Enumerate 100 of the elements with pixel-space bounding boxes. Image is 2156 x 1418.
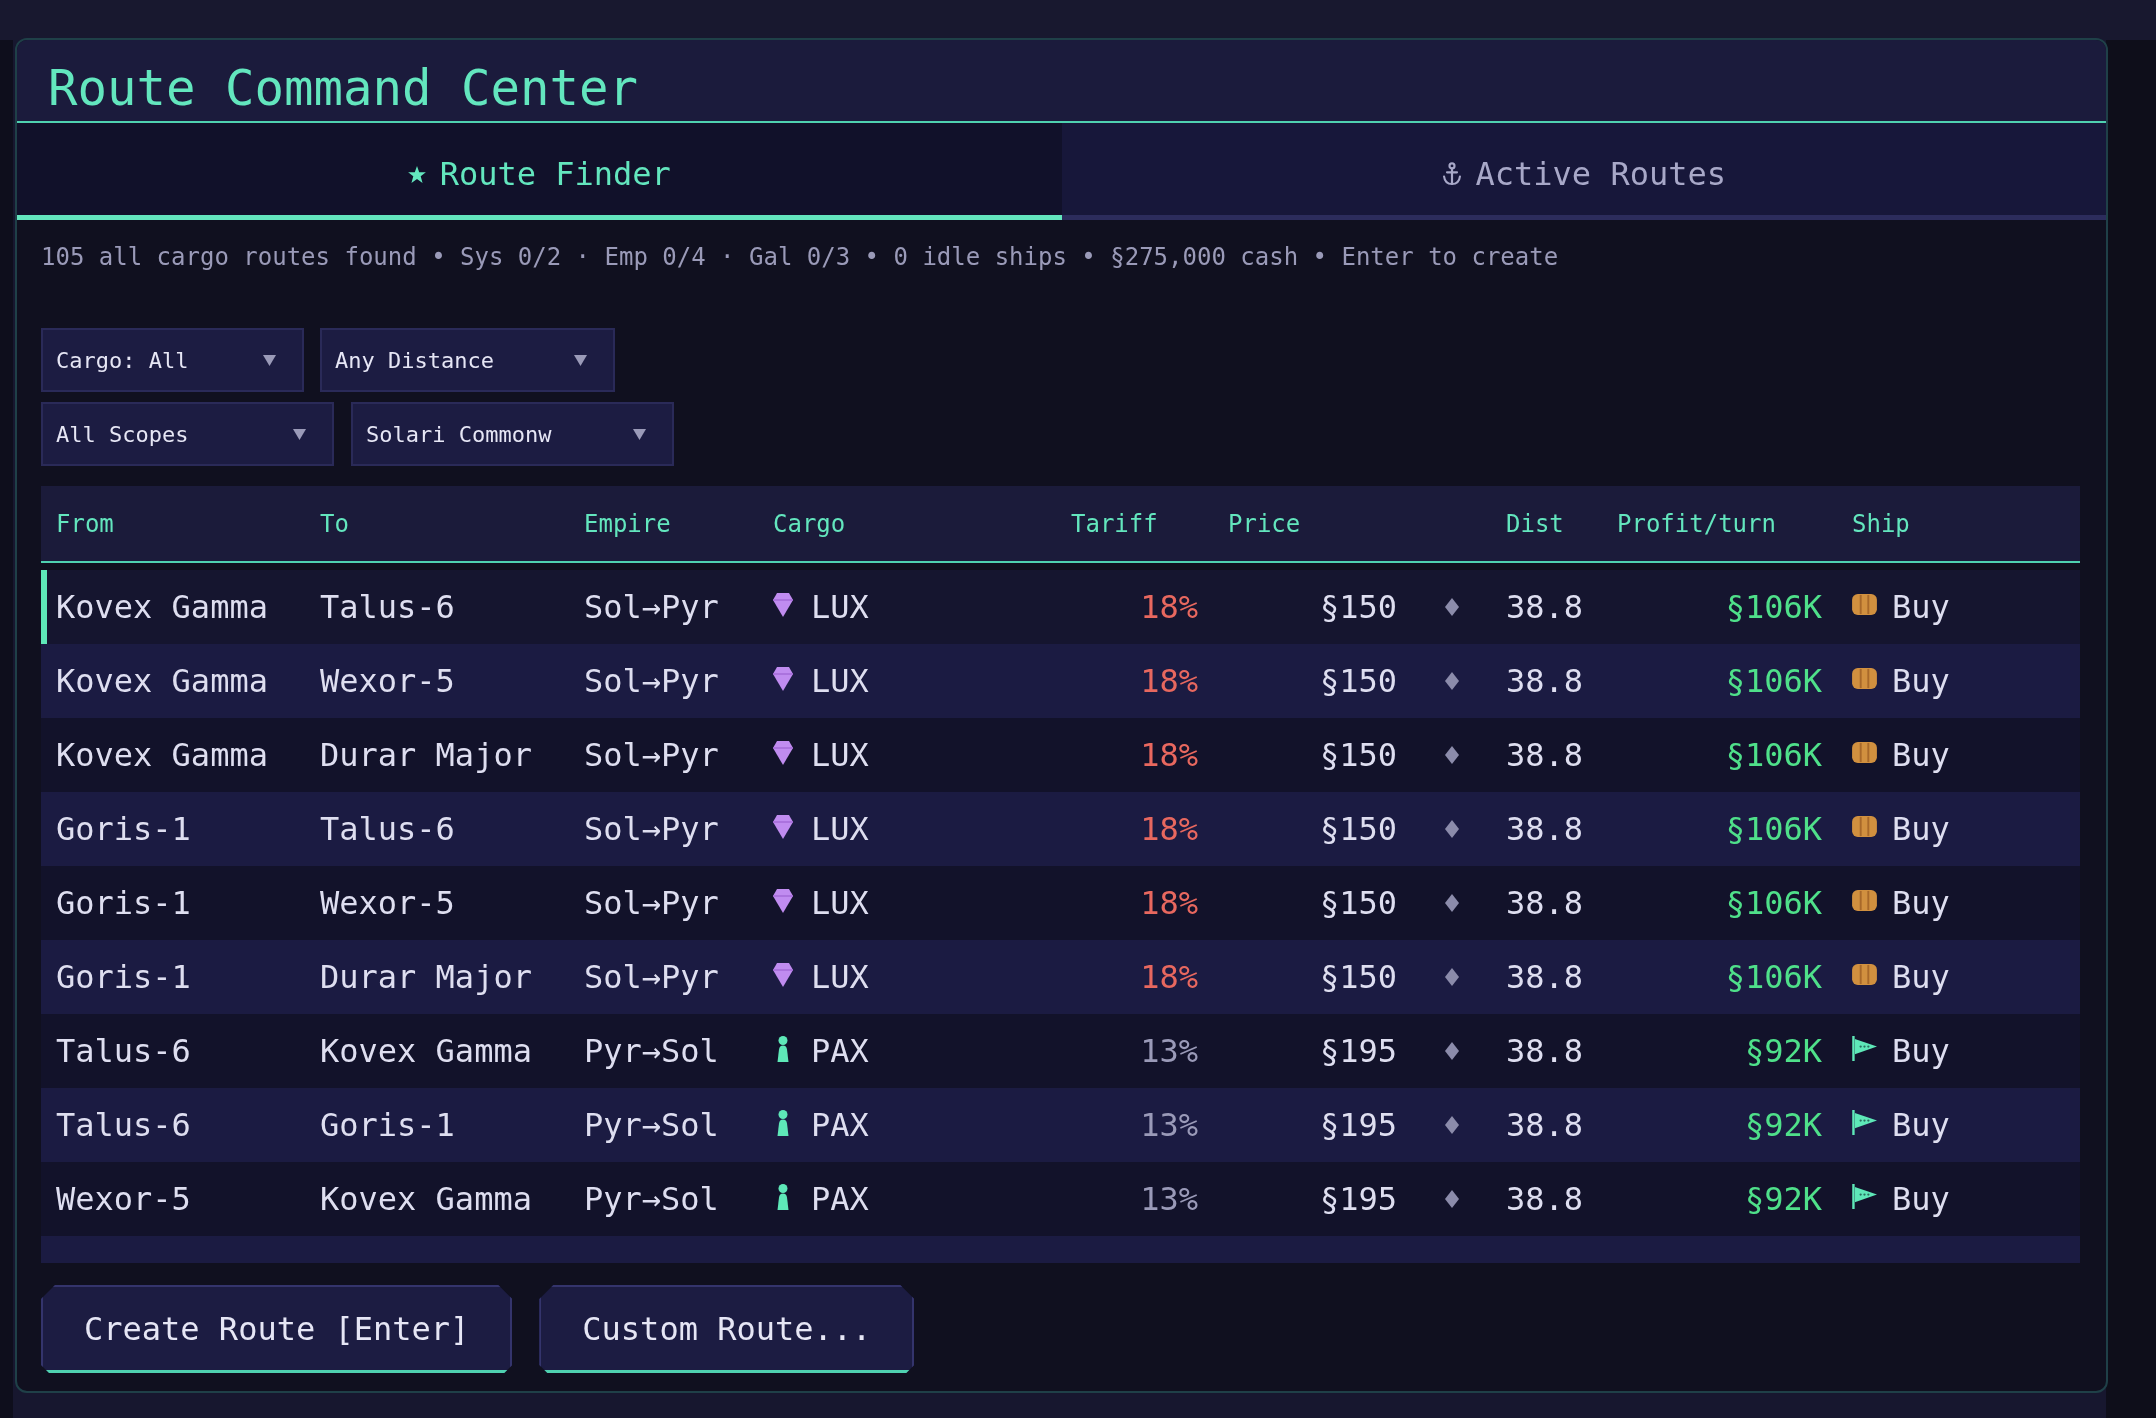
- origin-text: Wexor-5: [56, 1180, 191, 1218]
- buy-button[interactable]: Buy: [1852, 884, 1950, 922]
- price-text: §195: [1319, 1106, 1397, 1144]
- destination-text: Kovex Gamma: [320, 1032, 532, 1070]
- filter-dropdown[interactable]: All Scopes: [41, 402, 334, 466]
- tab[interactable]: Active Routes: [1061, 123, 2106, 220]
- gem-icon: [773, 815, 793, 839]
- barrel-icon: [1852, 667, 1877, 689]
- empire-text: Sol→Pyr: [584, 588, 719, 626]
- action-button[interactable]: Custom Route...: [539, 1285, 915, 1373]
- profit-text: §106K: [1725, 884, 1822, 922]
- destination-text: Wexor-5: [320, 662, 455, 700]
- buy-button[interactable]: Buy: [1852, 1106, 1950, 1144]
- buy-button[interactable]: Buy: [1852, 1032, 1950, 1070]
- table-row[interactable]: Wexor-5 Kovex Gamma Pyr→Sol PAX 13% §195 38.8 §92K Buy: [41, 1162, 2080, 1236]
- buy-button[interactable]: Buy: [1852, 1180, 1950, 1218]
- table-row[interactable]: Goris-1 Wexor-5 Sol→Pyr LUX 18% §150 38.8 §106K Buy: [41, 866, 2080, 940]
- table-row[interactable]: Talus-6 Kovex Gamma Pyr→Sol PAX 13% §195 38.8 §92K Buy: [41, 1014, 2080, 1088]
- table-row[interactable]: Kovex Gamma Talus-6 Sol→Pyr LUX 18% §150 38.8 §106K Buy: [41, 570, 2080, 644]
- table-row[interactable]: Goris-1 Durar Major Sol→Pyr LUX 18% §150 38.8 §106K Buy: [41, 940, 2080, 1014]
- profit-text: §92K: [1744, 1180, 1822, 1218]
- column-heading: Cargo: [773, 509, 846, 538]
- gem-icon: [773, 963, 793, 987]
- barrel-icon: [1852, 815, 1877, 837]
- distance-text: 38.8: [1506, 958, 1584, 996]
- distance-text: 38.8: [1506, 1106, 1584, 1144]
- table-row[interactable]: Talus-6 Goris-1 Pyr→Sol PAX 13% §195 38.8 §92K Buy: [41, 1088, 2080, 1162]
- cargo-text: LUX: [811, 810, 869, 848]
- destination-text: Durar Major: [320, 958, 532, 996]
- origin-text: Talus-6: [56, 1032, 191, 1070]
- column-heading: To: [320, 509, 349, 538]
- column-heading: Profit/turn: [1617, 509, 1776, 538]
- filter-dropdown[interactable]: Solari Commonw: [351, 402, 674, 466]
- price-text: §150: [1319, 662, 1397, 700]
- cargo-text: LUX: [811, 662, 869, 700]
- diamond-icon: [1444, 1042, 1459, 1060]
- tariff-text: 13%: [1140, 1032, 1198, 1070]
- buy-button[interactable]: Buy: [1852, 810, 1950, 848]
- distance-text: 38.8: [1506, 588, 1584, 626]
- pennant-icon: [1852, 1183, 1877, 1209]
- distance-text: 38.8: [1506, 1180, 1584, 1218]
- person-icon: [776, 1036, 790, 1062]
- barrel-icon: [1852, 593, 1877, 615]
- gem-icon: [773, 667, 793, 691]
- tariff-text: 18%: [1140, 662, 1198, 700]
- profit-text: §106K: [1725, 588, 1822, 626]
- table-row[interactable]: Goris-1 Talus-6 Sol→Pyr LUX 18% §150 38.8 §106K Buy: [41, 792, 2080, 866]
- buy-button[interactable]: Buy: [1852, 736, 1950, 774]
- distance-text: 38.8: [1506, 884, 1584, 922]
- price-text: §150: [1319, 736, 1397, 774]
- cargo-text: PAX: [811, 1032, 869, 1070]
- profit-text: §92K: [1744, 1106, 1822, 1144]
- caret-icon: [263, 354, 276, 366]
- profit-text: §92K: [1744, 1032, 1822, 1070]
- table-row[interactable]: Kovex Gamma Wexor-5 Sol→Pyr LUX 18% §150 38.8 §106K Buy: [41, 644, 2080, 718]
- price-text: §150: [1319, 810, 1397, 848]
- diamond-icon: [1444, 1116, 1459, 1134]
- action-button[interactable]: Create Route [Enter]: [41, 1285, 513, 1373]
- empire-text: Sol→Pyr: [584, 958, 719, 996]
- price-text: §150: [1319, 884, 1397, 922]
- gem-icon: [773, 593, 793, 617]
- price-text: §150: [1319, 958, 1397, 996]
- buy-button[interactable]: Buy: [1852, 958, 1950, 996]
- cargo-text: LUX: [811, 588, 869, 626]
- tariff-text: 18%: [1140, 884, 1198, 922]
- diamond-icon: [1444, 1190, 1459, 1208]
- profit-text: §106K: [1725, 736, 1822, 774]
- person-icon: [776, 1184, 790, 1210]
- destination-text: Goris-1: [320, 1106, 455, 1144]
- buy-button[interactable]: Buy: [1852, 662, 1950, 700]
- profit-text: §106K: [1725, 810, 1822, 848]
- tariff-text: 18%: [1140, 810, 1198, 848]
- distance-text: 38.8: [1506, 1032, 1584, 1070]
- buy-button[interactable]: Buy: [1852, 588, 1950, 626]
- pennant-icon: [1852, 1035, 1877, 1061]
- diamond-icon: [1444, 672, 1459, 690]
- filter-dropdown[interactable]: Cargo: All: [41, 328, 304, 392]
- anchor-icon: [1441, 162, 1462, 186]
- cargo-text: PAX: [811, 1106, 869, 1144]
- destination-text: Talus-6: [320, 588, 455, 626]
- empire-text: Pyr→Sol: [584, 1032, 719, 1070]
- origin-text: Kovex Gamma: [56, 736, 268, 774]
- origin-text: Kovex Gamma: [56, 662, 268, 700]
- table-row[interactable]: Kovex Gamma Durar Major Sol→Pyr LUX 18% §150 38.8 §106K Buy: [41, 718, 2080, 792]
- caret-icon: [633, 428, 646, 440]
- distance-text: 38.8: [1506, 662, 1584, 700]
- diamond-icon: [1444, 746, 1459, 764]
- window-title: Route Command Center: [48, 61, 638, 116]
- origin-text: Goris-1: [56, 958, 191, 996]
- empire-text: Pyr→Sol: [584, 1180, 719, 1218]
- caret-icon: [574, 354, 587, 366]
- diamond-icon: [1444, 968, 1459, 986]
- empire-text: Sol→Pyr: [584, 662, 719, 700]
- empire-text: Sol→Pyr: [584, 736, 719, 774]
- person-icon: [776, 1110, 790, 1136]
- destination-text: Durar Major: [320, 736, 532, 774]
- filter-dropdown[interactable]: Any Distance: [320, 328, 615, 392]
- column-heading: From: [56, 509, 114, 538]
- tab[interactable]: Route Finder: [17, 123, 1062, 220]
- cargo-text: LUX: [811, 736, 869, 774]
